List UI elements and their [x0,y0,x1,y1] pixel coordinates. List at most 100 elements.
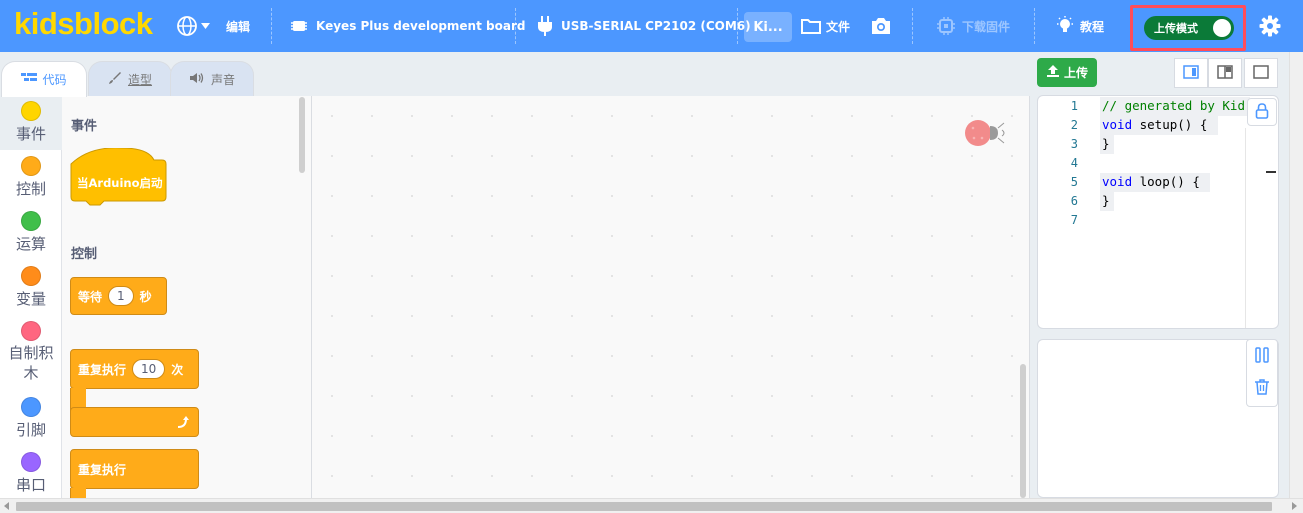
category-dot [21,211,41,231]
menu-bar: kidsblock 编辑 Keyes Plus development boar… [0,0,1303,52]
category-operators[interactable]: 运算 [0,211,62,254]
tutorial-button[interactable]: 教程 [1056,0,1104,52]
menu-divider [271,8,272,44]
scroll-position-marker [1266,171,1276,173]
menu-divider [515,8,516,44]
layout-code-sidebar-button[interactable] [1174,58,1208,88]
serial-clear-button[interactable] [1254,378,1270,399]
serial-tools [1246,339,1278,407]
code-line: void setup() { [1102,117,1208,132]
horizontal-scroll-thumb[interactable] [16,502,1272,511]
code-lock-button[interactable] [1247,98,1277,126]
speaker-icon [189,72,205,87]
repeat-count-input[interactable]: 10 [132,359,166,379]
wait-seconds-input[interactable]: 1 [108,286,134,306]
workspace-scrollbar[interactable] [1020,364,1026,498]
download-firmware-button[interactable]: 下载固件 [936,0,1010,52]
category-my-blocks[interactable]: 自制积木 [0,321,62,383]
lightbulb-icon [1056,16,1074,36]
category-dot [21,266,41,286]
tab-sounds[interactable]: 声音 [170,61,254,96]
block-palette: 事件 当Arduino启动 控制 等待 1 秒 重复执行 10 次 重复执行 [62,96,312,498]
loop-arrow-icon [176,415,190,432]
category-variables[interactable]: 变量 [0,266,62,309]
camera-button[interactable] [870,0,892,52]
sprite-ladybug-icon [964,118,1008,151]
palette-heading-events: 事件 [71,119,98,134]
project-title-field[interactable]: Ki... [744,12,792,42]
globe-icon [176,15,198,37]
category-label: 自制积木 [8,344,54,382]
file-menu-label: 文件 [826,19,851,34]
layout-full-button[interactable] [1244,58,1278,88]
settings-button[interactable] [1259,0,1281,52]
tab-costumes[interactable]: 造型 [88,61,172,96]
kidsblock-logo[interactable]: kidsblock [14,6,153,42]
gear-icon [1259,15,1281,37]
category-pins[interactable]: 引脚 [0,397,62,440]
upload-button-label: 上传 [1063,66,1088,80]
repeat-block-top: 重复执行 10 次 [70,349,199,389]
board-selector[interactable]: Keyes Plus development board [290,0,525,52]
edit-menu[interactable]: 编辑 [226,0,250,52]
tab-code[interactable]: 代码 [1,61,87,97]
window-vertical-scrollbar[interactable] [1289,52,1303,498]
line-number: 2 [1070,118,1078,132]
language-menu[interactable] [176,0,210,52]
category-label: 串口 [15,476,46,494]
upload-icon [1046,64,1060,81]
line-number: 7 [1070,213,1078,227]
firmware-label: 下载固件 [962,19,1011,34]
category-label: 事件 [15,125,46,143]
port-label: USB-SERIAL CP2102 (COM6) [561,19,751,33]
port-selector[interactable]: USB-SERIAL CP2102 (COM6) [537,0,751,52]
category-label: 引脚 [15,421,46,439]
layout-full-icon [1253,64,1269,82]
script-workspace[interactable] [312,96,1030,498]
file-menu[interactable]: 文件 [801,0,850,52]
category-dot [21,156,41,176]
layout-split-button[interactable] [1208,58,1242,88]
code-editor-scrollbar[interactable] [1245,128,1276,328]
code-icon [21,72,38,87]
category-events[interactable]: 事件 [0,96,62,150]
serial-monitor[interactable] [1037,339,1279,498]
code-line: } [1102,136,1110,151]
serial-pause-button[interactable] [1254,346,1270,367]
block-label: 次 [171,362,184,377]
code-editor[interactable]: 1 2 3 4 5 6 7 // generated by Kid void s… [1037,95,1279,329]
wait-seconds-block[interactable]: 等待 1 秒 [70,277,167,315]
upload-button[interactable]: 上传 [1037,58,1097,87]
tutorial-label: 教程 [1080,19,1105,34]
camera-icon [870,17,892,35]
layout-sidebar-icon [1183,64,1199,82]
menu-divider [737,8,738,44]
code-line: } [1102,193,1110,208]
forever-block-arm [70,488,86,498]
menu-divider [1034,8,1035,44]
chevron-down-icon [201,23,210,29]
tab-sounds-label: 声音 [210,72,235,87]
forever-block[interactable]: 重复执行 [70,449,199,489]
category-label: 变量 [15,290,46,308]
category-menu: 事件 控制 运算 变量 自制积木 引脚 串口 [0,96,62,498]
line-number: 3 [1070,137,1078,151]
lock-icon [1255,102,1269,122]
category-serial[interactable]: 串口 [0,452,62,495]
repeat-times-block[interactable]: 重复执行 10 次 [70,349,200,439]
palette-scrollbar[interactable] [299,97,305,173]
palette-heading-control: 控制 [71,247,98,262]
scroll-right-arrow-icon[interactable] [1292,502,1297,510]
chip-icon [290,17,308,35]
plug-icon [537,15,553,37]
category-dot [21,397,41,417]
category-control[interactable]: 控制 [0,156,62,199]
category-dot [21,321,41,341]
board-label: Keyes Plus development board [316,19,526,33]
line-number: 6 [1070,194,1078,208]
tab-costumes-label: 造型 [127,72,152,87]
window-horizontal-scrollbar[interactable] [0,498,1303,513]
upload-mode-toggle[interactable]: 上传模式 [1144,16,1234,40]
upload-mode-label: 上传模式 [1154,22,1198,35]
scroll-left-arrow-icon[interactable] [4,502,9,510]
